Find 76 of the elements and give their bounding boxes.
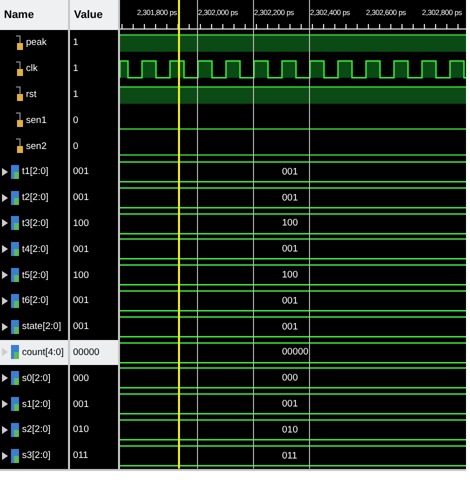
bus-value: 001 (282, 244, 298, 255)
signal-value: 00000 (70, 340, 118, 366)
signal-name[interactable]: t5[2:0] (0, 262, 68, 288)
signal-name[interactable]: s0[2:0] (0, 365, 68, 392)
bus-icon (10, 215, 20, 232)
signal-icon (14, 112, 24, 128)
signal-name[interactable]: t3[2:0] (0, 210, 68, 236)
signal-name[interactable]: state[2:0] (0, 314, 68, 340)
bus-value: 100 (282, 270, 298, 281)
signal-value: 001 (70, 391, 118, 417)
expand-arrow-icon[interactable] (2, 322, 8, 331)
expand-arrow-icon[interactable] (2, 452, 8, 460)
signal-value: 100 (70, 210, 118, 236)
expand-arrow-icon[interactable] (2, 168, 8, 176)
expand-arrow-icon[interactable] (2, 400, 8, 408)
bus-value: 00000 (282, 346, 308, 358)
signal-value: 1 (70, 30, 118, 56)
expand-arrow-icon[interactable] (2, 426, 8, 434)
signal-value: 001 (70, 314, 118, 340)
signal-icon (14, 86, 24, 102)
bus-value: 001 (282, 398, 298, 410)
signal-name[interactable]: t1[2:0] (0, 158, 68, 185)
bus-icon (10, 190, 20, 206)
signal-value: 0 (70, 133, 118, 159)
signal-value: 011 (70, 442, 118, 469)
bus-icon (10, 344, 20, 360)
signal-value: 1 (70, 56, 118, 82)
signal-name[interactable]: sen1 (0, 107, 68, 134)
bus-icon (10, 370, 20, 386)
bus-value: 001 (282, 166, 298, 178)
signal-name[interactable]: rst (0, 82, 68, 108)
bus-icon (10, 241, 20, 258)
signal-value: 100 (70, 262, 118, 288)
signal-name[interactable]: s3[2:0] (0, 442, 68, 469)
bus-value: 001 (282, 192, 298, 204)
bus-value: 011 (282, 450, 298, 462)
expand-arrow-icon[interactable] (2, 271, 8, 280)
expand-arrow-icon[interactable] (2, 374, 8, 382)
signal-value: 001 (70, 158, 118, 185)
expand-arrow-icon[interactable] (2, 219, 8, 228)
signal-name[interactable]: count[4:0] (0, 340, 68, 366)
signal-value: 0 (70, 107, 118, 134)
bus-icon (10, 396, 20, 412)
expand-arrow-icon[interactable] (2, 194, 8, 202)
bus-icon (10, 422, 20, 438)
signal-name[interactable]: t4[2:0] (0, 236, 68, 262)
signal-value: 1 (70, 82, 118, 108)
bus-icon (10, 292, 20, 309)
bus-icon (10, 318, 20, 335)
signal-name[interactable]: sen2 (0, 133, 68, 159)
bus-icon (10, 267, 20, 284)
signal-name[interactable]: peak (0, 30, 68, 56)
signal-name[interactable]: t2[2:0] (0, 184, 68, 211)
bus-icon (10, 164, 20, 180)
signal-name[interactable]: clk (0, 56, 68, 82)
signal-value: 001 (70, 236, 118, 262)
bus-icon (10, 448, 20, 464)
signal-name[interactable]: t6[2:0] (0, 288, 68, 314)
signal-value: 001 (70, 288, 118, 314)
signal-name[interactable]: s2[2:0] (0, 416, 68, 443)
signal-value: 000 (70, 365, 118, 392)
bus-value: 000 (282, 372, 298, 384)
bus-value: 010 (282, 424, 298, 436)
expand-arrow-icon[interactable] (2, 245, 8, 254)
column-header[interactable]: Name (0, 0, 68, 30)
bus-value: 001 (282, 295, 298, 306)
signal-value: 010 (70, 416, 118, 443)
signal-icon (14, 138, 24, 154)
signal-icon (14, 60, 24, 77)
signal-value: 001 (70, 184, 118, 211)
signal-icon (14, 34, 24, 51)
bus-value: 001 (282, 321, 298, 332)
expand-arrow-icon[interactable] (2, 296, 8, 305)
signal-name[interactable]: s1[2:0] (0, 391, 68, 417)
column-header[interactable]: Value (70, 0, 118, 30)
bus-value: 100 (282, 218, 298, 229)
